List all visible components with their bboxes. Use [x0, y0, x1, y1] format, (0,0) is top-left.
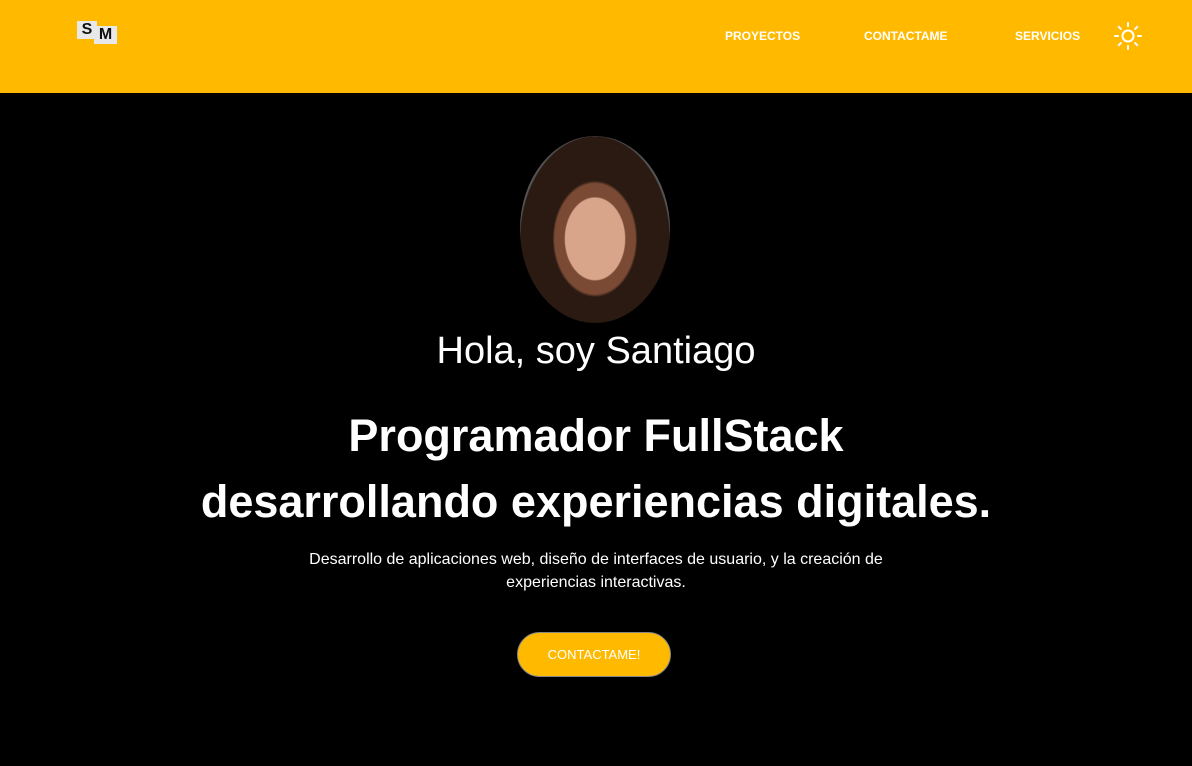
nav-servicios[interactable]: SERVICIOS	[1015, 29, 1080, 43]
header: S M PROYECTOS CONTACTAME SERVICIOS	[0, 0, 1192, 93]
logo-m: M	[94, 26, 117, 44]
greeting: Hola, soy Santiago	[436, 330, 756, 372]
description-line-1: Desarrollo de aplicaciones web, diseño d…	[309, 551, 883, 568]
nav-proyectos[interactable]: PROYECTOS	[725, 29, 800, 43]
sun-icon[interactable]	[1113, 21, 1143, 51]
title-line-2: desarrollando experiencias digitales.	[200, 476, 992, 527]
logo[interactable]: S M	[77, 21, 117, 44]
nav-contactame[interactable]: CONTACTAME	[864, 29, 948, 43]
avatar	[520, 136, 670, 323]
description-line-2: experiencias interactivas.	[506, 574, 686, 591]
contact-button[interactable]: CONTACTAME!	[517, 632, 671, 677]
title-line-1: Programador FullStack	[348, 410, 844, 461]
description: Desarrollo de aplicaciones web, diseño d…	[0, 548, 1192, 594]
